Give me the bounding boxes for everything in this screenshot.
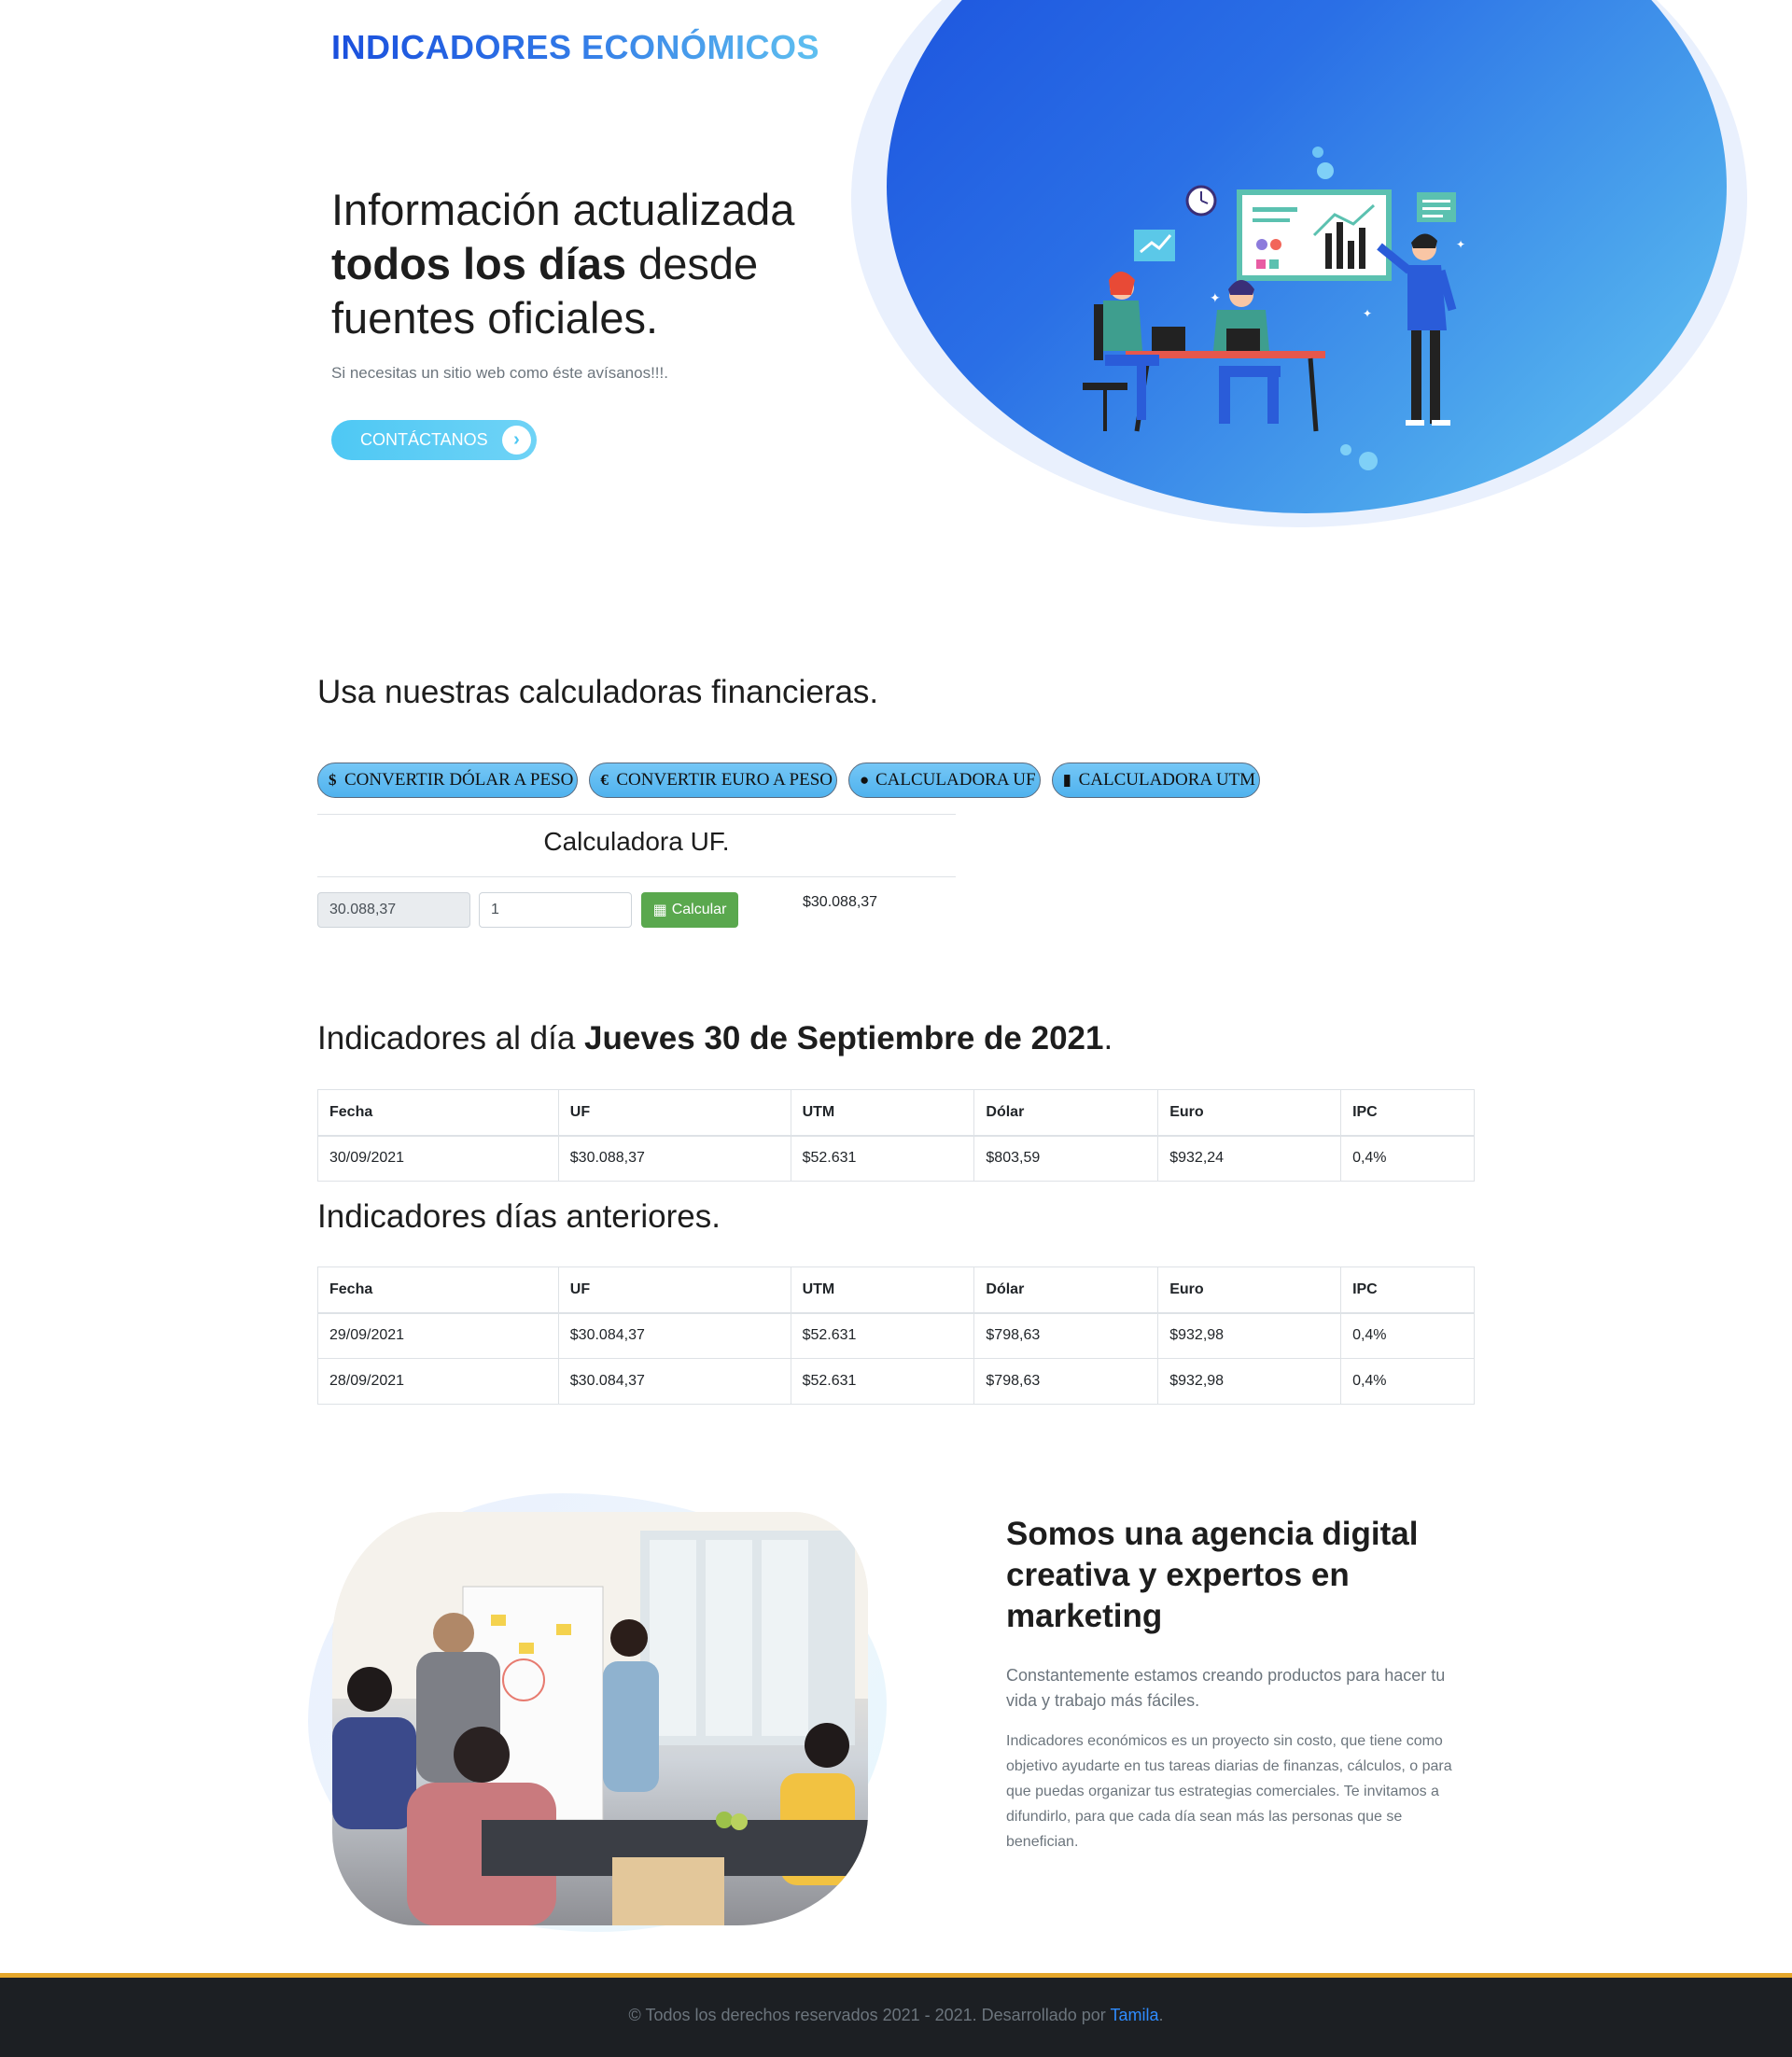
svg-text:✦: ✦ xyxy=(1456,238,1465,251)
column-header: Dólar xyxy=(973,1266,1159,1314)
footer-text: © Todos los derechos reservados 2021 - 2… xyxy=(0,2006,1792,2025)
table-cell: $52.631 xyxy=(790,1312,975,1359)
chevron-right-icon: › xyxy=(502,426,531,455)
column-header: UTM xyxy=(790,1266,975,1314)
tab-calculadora-utm-label: CALCULADORA UTM xyxy=(1078,770,1256,790)
svg-text:✦: ✦ xyxy=(1363,307,1372,320)
contact-button-label: CONTÁCTANOS xyxy=(360,430,488,449)
money-bag-icon: ● xyxy=(860,771,870,789)
quantity-input[interactable]: 1 xyxy=(479,892,632,928)
table-cell: 28/09/2021 xyxy=(317,1358,559,1405)
calculate-button-label: Calcular xyxy=(671,902,727,917)
table-cell: 29/09/2021 xyxy=(317,1312,559,1359)
column-header: Dólar xyxy=(973,1089,1159,1137)
previous-indicators-title: Indicadores días anteriores. xyxy=(317,1198,721,1235)
table-cell: 0,4% xyxy=(1340,1135,1475,1182)
site-logo[interactable]: INDICADORES ECONÓMICOS xyxy=(331,28,819,67)
hero-title-bold: todos los días xyxy=(331,239,626,288)
table-cell: $30.088,37 xyxy=(557,1135,791,1182)
calculator-panel-title: Calculadora UF. xyxy=(543,827,730,856)
tab-calculadora-utm[interactable]: ▮ CALCULADORA UTM xyxy=(1051,763,1261,798)
hero-title-part1: Información actualizada xyxy=(331,185,795,234)
table-cell: $30.084,37 xyxy=(557,1358,791,1405)
contact-button[interactable]: CONTÁCTANOS › xyxy=(331,420,537,460)
about-lead: Constantemente estamos creando productos… xyxy=(1006,1666,1446,1710)
table-row: 29/09/2021 $30.084,37 $52.631 $798,63 $9… xyxy=(317,1312,1475,1359)
table-header-row: Fecha UF UTM Dólar Euro IPC xyxy=(317,1266,1475,1314)
table-cell: $932,98 xyxy=(1157,1358,1342,1405)
table-row: 28/09/2021 $30.084,37 $52.631 $798,63 $9… xyxy=(317,1358,1475,1405)
column-header: UF xyxy=(557,1089,791,1137)
table-cell: $798,63 xyxy=(973,1312,1159,1359)
today-title-date: Jueves 30 de Septiembre de 2021 xyxy=(584,1020,1104,1056)
calculators-title: Usa nuestras calculadoras financieras. xyxy=(317,674,879,710)
today-indicators-table: Fecha UF UTM Dólar Euro IPC 30/09/2021 $… xyxy=(317,1089,1475,1182)
hero-subtitle: Si necesitas un sitio web como éste avís… xyxy=(331,364,668,382)
today-title-prefix: Indicadores al día xyxy=(317,1020,576,1056)
table-cell: $932,24 xyxy=(1157,1135,1342,1182)
table-cell: $52.631 xyxy=(790,1358,975,1405)
developer-link[interactable]: Tamila xyxy=(1110,2006,1158,2024)
tab-dolar-peso[interactable]: $ CONVERTIR DÓLAR A PESO xyxy=(317,763,579,798)
document-dollar-icon: ▮ xyxy=(1062,771,1071,789)
calculation-result: $30.088,37 xyxy=(803,894,878,910)
column-header: IPC xyxy=(1340,1266,1475,1314)
uf-rate-field: 30.088,37 xyxy=(317,892,470,928)
column-header: Euro xyxy=(1157,1089,1342,1137)
footer-suffix: . xyxy=(1158,2006,1164,2024)
euro-icon: € xyxy=(600,771,609,789)
table-row: 30/09/2021 $30.088,37 $52.631 $803,59 $9… xyxy=(317,1135,1475,1182)
tab-calculadora-uf-label: CALCULADORA UF xyxy=(875,770,1036,790)
table-cell: $932,98 xyxy=(1157,1312,1342,1359)
hero-title: Información actualizada todos los días d… xyxy=(331,183,854,345)
table-cell: 30/09/2021 xyxy=(317,1135,559,1182)
table-cell: $798,63 xyxy=(973,1358,1159,1405)
table-cell: $30.084,37 xyxy=(557,1312,791,1359)
column-header: Euro xyxy=(1157,1266,1342,1314)
calculator-divider-bottom xyxy=(317,876,956,877)
today-indicators-title: Indicadores al día Jueves 30 de Septiemb… xyxy=(317,1020,1113,1057)
column-header: UTM xyxy=(790,1089,975,1137)
calculator-icon: ▦ xyxy=(652,903,667,918)
team-meeting-photo xyxy=(332,1512,868,1925)
table-cell: 0,4% xyxy=(1340,1358,1475,1405)
about-text: Indicadores económicos es un proyecto si… xyxy=(1006,1733,1452,1850)
column-header: IPC xyxy=(1340,1089,1475,1137)
table-header-row: Fecha UF UTM Dólar Euro IPC xyxy=(317,1089,1475,1137)
calculator-divider-top xyxy=(317,814,956,815)
tab-dolar-peso-label: CONVERTIR DÓLAR A PESO xyxy=(344,770,574,790)
tab-euro-peso[interactable]: € CONVERTIR EURO A PESO xyxy=(589,763,837,798)
about-title: Somos una agencia digital creativa y exp… xyxy=(1006,1516,1419,1634)
calculate-button[interactable]: ▦ Calcular xyxy=(641,892,738,928)
today-title-suffix: . xyxy=(1103,1020,1113,1056)
table-cell: $52.631 xyxy=(790,1135,975,1182)
dollar-icon: $ xyxy=(329,771,337,789)
svg-text:✦: ✦ xyxy=(1210,290,1221,305)
column-header: Fecha xyxy=(317,1089,559,1137)
calculator-tabs: $ CONVERTIR DÓLAR A PESO € CONVERTIR EUR… xyxy=(317,763,1261,798)
table-cell: $803,59 xyxy=(973,1135,1159,1182)
column-header: Fecha xyxy=(317,1266,559,1314)
column-header: UF xyxy=(557,1266,791,1314)
team-meeting-illustration: ✦ ✦ ✦ xyxy=(1083,147,1465,470)
footer: © Todos los derechos reservados 2021 - 2… xyxy=(0,1973,1792,2057)
previous-indicators-table: Fecha UF UTM Dólar Euro IPC 29/09/2021 $… xyxy=(317,1266,1475,1405)
tab-calculadora-uf[interactable]: ● CALCULADORA UF xyxy=(848,763,1041,798)
table-cell: 0,4% xyxy=(1340,1312,1475,1359)
copyright-text: © Todos los derechos reservados 2021 - 2… xyxy=(628,2006,1106,2024)
tab-euro-peso-label: CONVERTIR EURO A PESO xyxy=(616,770,833,790)
